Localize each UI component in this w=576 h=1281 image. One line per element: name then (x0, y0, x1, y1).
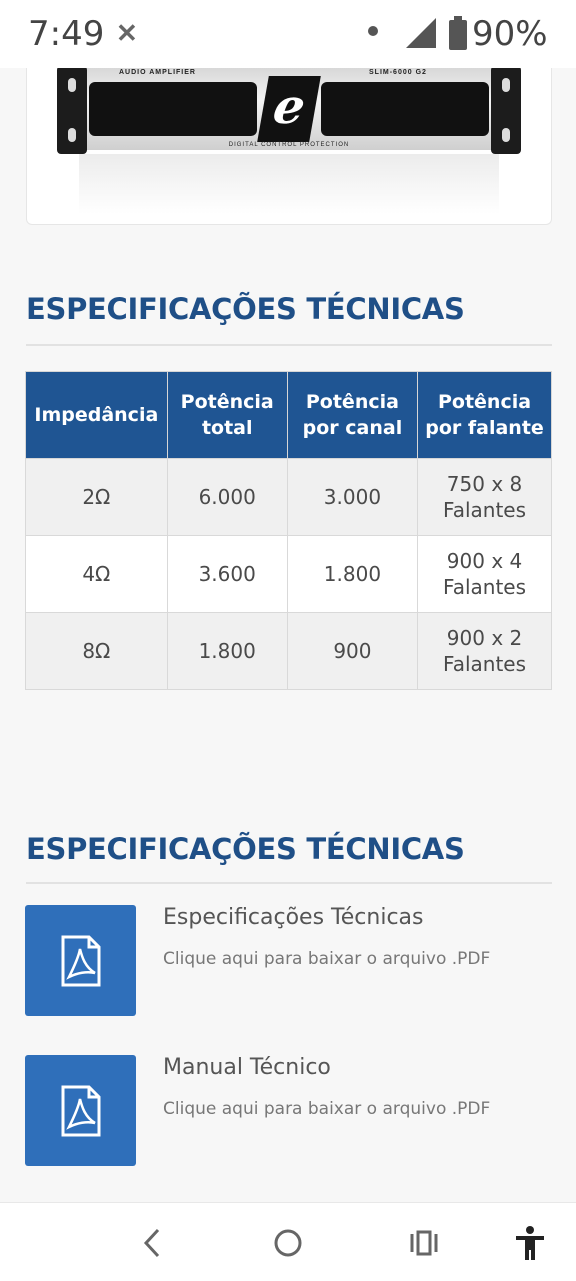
battery-icon (449, 16, 467, 50)
cell-power-per-speaker: 900 x 2 Falantes (417, 612, 552, 690)
downloads-section-title: ESPECIFICAÇÕES TÉCNICAS (26, 832, 465, 866)
header-total-power: Potência total (166, 371, 288, 459)
cell-power-per-speaker: 750 x 8 Falantes (417, 458, 552, 536)
header-impedance: Impedância (25, 371, 168, 459)
signal-icon (406, 18, 436, 48)
status-time: 7:49 (28, 14, 105, 54)
download-title[interactable]: Especificações Técnicas (163, 905, 423, 930)
cell-power-per-channel: 900 (286, 612, 419, 690)
pdf-icon (61, 1085, 100, 1136)
table-header-row: Impedância Potência total Potência por c… (25, 371, 552, 459)
specs-table: Impedância Potência total Potência por c… (25, 371, 552, 690)
back-icon[interactable] (134, 1225, 170, 1261)
amplifier-title: AUDIO AMPLIFIER (119, 69, 196, 76)
cell-power-per-speaker: 900 x 4 Falantes (417, 535, 552, 613)
x-app-icon: ✕ (116, 18, 138, 48)
pdf-icon (61, 935, 100, 986)
cell-total-power: 6.000 (166, 458, 288, 536)
recents-icon[interactable] (406, 1225, 442, 1261)
status-bar: 7:49 ✕ 90% (0, 0, 576, 68)
amplifier-image: AUDIO AMPLIFIER SLIM-6000 G2 e DIGITAL C… (57, 66, 521, 154)
pdf-download-button[interactable] (25, 905, 136, 1016)
rack-ear-right (491, 66, 521, 154)
cell-power-per-channel: 3.000 (286, 458, 419, 536)
header-power-per-speaker: Potência por falante (417, 371, 552, 459)
amplifier-panel-right (321, 82, 489, 136)
cell-total-power: 3.600 (166, 535, 288, 613)
specs-section-title: ESPECIFICAÇÕES TÉCNICAS (26, 292, 465, 326)
home-icon[interactable] (270, 1225, 306, 1261)
header-power-per-channel: Potência por canal (286, 371, 419, 459)
download-title[interactable]: Manual Técnico (163, 1055, 331, 1080)
amplifier-bottom-text: DIGITAL CONTROL PROTECTION (228, 142, 350, 148)
cell-total-power: 1.800 (166, 612, 288, 690)
table-row: 8Ω 1.800 900 900 x 2 Falantes (25, 612, 552, 690)
cell-impedance: 2Ω (25, 458, 168, 536)
accessibility-icon[interactable] (512, 1225, 548, 1261)
download-item-manual[interactable]: Manual Técnico Clique aqui para baixar o… (25, 1055, 552, 1167)
notification-dot-icon (368, 26, 378, 36)
amplifier-reflection (79, 154, 499, 214)
section-divider (26, 882, 552, 884)
amplifier-logo: e (257, 76, 321, 142)
table-row: 4Ω 3.600 1.800 900 x 4 Falantes (25, 535, 552, 613)
cell-power-per-channel: 1.800 (286, 535, 419, 613)
pdf-download-button[interactable] (25, 1055, 136, 1166)
download-item-specs[interactable]: Especificações Técnicas Clique aqui para… (25, 905, 552, 1017)
amplifier-panel-left (89, 82, 257, 136)
battery-percent: 90% (472, 14, 548, 54)
cell-impedance: 8Ω (25, 612, 168, 690)
product-image-card: AUDIO AMPLIFIER SLIM-6000 G2 e DIGITAL C… (26, 58, 552, 225)
cell-impedance: 4Ω (25, 535, 168, 613)
download-link[interactable]: Clique aqui para baixar o arquivo .PDF (163, 949, 490, 969)
table-row: 2Ω 6.000 3.000 750 x 8 Falantes (25, 458, 552, 536)
section-divider (26, 344, 552, 346)
navigation-bar (0, 1202, 576, 1281)
amplifier-model: SLIM-6000 G2 (369, 69, 427, 76)
download-link[interactable]: Clique aqui para baixar o arquivo .PDF (163, 1099, 490, 1119)
rack-ear-left (57, 66, 87, 154)
